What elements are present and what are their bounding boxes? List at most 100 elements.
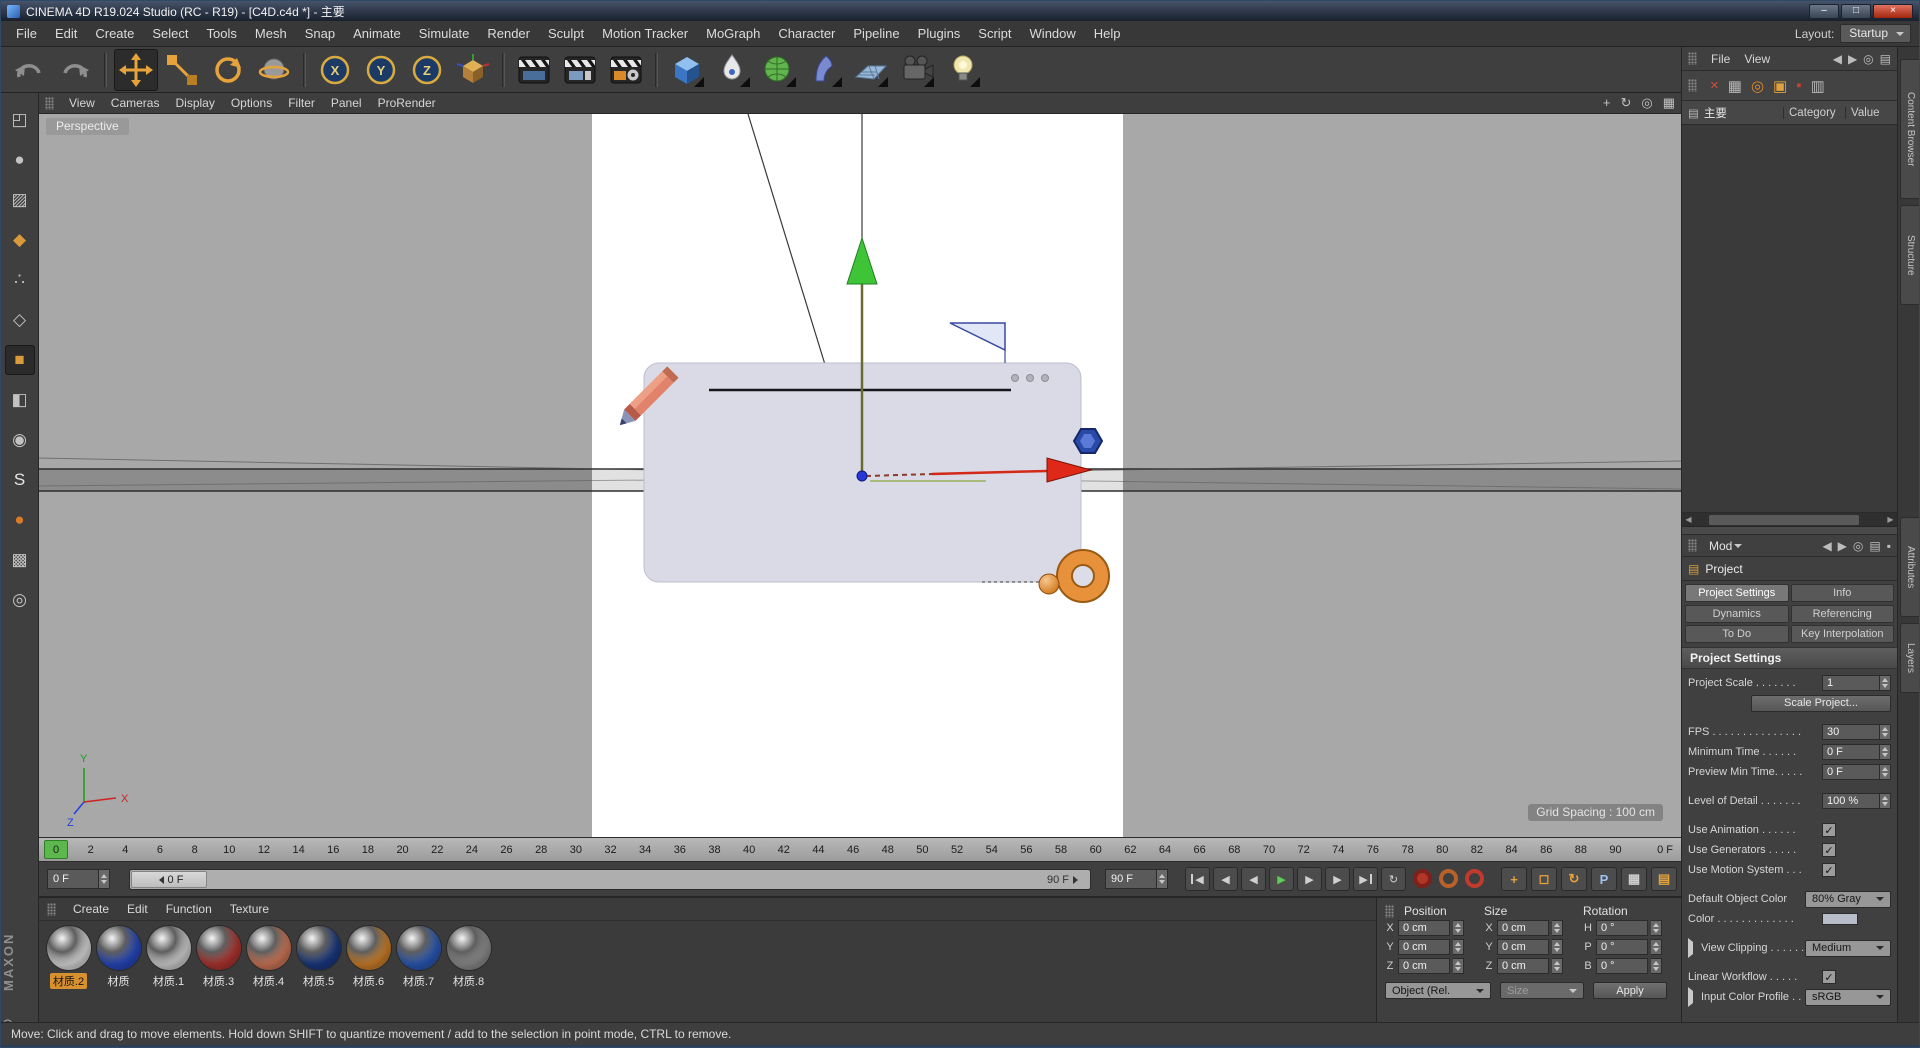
model-mode-icon[interactable]: ● <box>5 145 35 175</box>
undo-icon[interactable] <box>7 49 51 91</box>
tab-attributes[interactable]: Attributes <box>1900 517 1919 617</box>
material-item[interactable]: 材质.2 <box>45 926 92 989</box>
menu-item[interactable]: Tools <box>198 23 246 44</box>
position-field[interactable]: 0 cm <box>1398 920 1450 936</box>
edit-render-settings-icon[interactable] <box>604 49 648 91</box>
minimum-time-spinner[interactable] <box>1880 744 1891 760</box>
material-name[interactable]: 材质.2 <box>49 973 88 989</box>
level-of-detail-field[interactable]: 100 % <box>1822 793 1880 809</box>
edges-mode-icon[interactable]: ◇ <box>5 305 35 335</box>
timeline-ruler[interactable]: 0 2 4 6 8 10 12 14 16 18 20 22 24 26 28 30 32 34 36 38 40 42 4… <box>39 837 1681 862</box>
timeline-tick[interactable]: 72 <box>1295 844 1313 856</box>
timeline-tick[interactable]: 56 <box>1017 844 1035 856</box>
attribute-tab[interactable]: Key Interpolation <box>1790 625 1894 644</box>
camera-label[interactable]: Perspective <box>46 118 129 135</box>
scroll-right-icon[interactable]: ▶ <box>1884 514 1897 526</box>
timeline-tick[interactable]: 38 <box>705 844 723 856</box>
material-item[interactable]: 材质.8 <box>445 926 492 989</box>
zoom-view-icon[interactable]: ◎ <box>1641 95 1652 111</box>
search-icon[interactable]: ◎ <box>1863 52 1873 66</box>
x-axis-lock-icon[interactable]: X <box>313 49 357 91</box>
timeline-tick[interactable]: 28 <box>532 844 550 856</box>
timeline-tick[interactable]: 30 <box>567 844 585 856</box>
menu-item[interactable]: Script <box>969 23 1020 44</box>
viewport-menu-item[interactable]: Display <box>167 94 222 112</box>
viewport[interactable]: Y X Z Perspective Grid Spacing : 100 cm <box>39 114 1681 837</box>
size-spinner[interactable] <box>1552 958 1563 974</box>
lock-icon[interactable]: ▪ <box>1887 539 1891 553</box>
size-spinner[interactable] <box>1552 939 1563 955</box>
light-icon[interactable] <box>941 49 985 91</box>
viewport-menu-item[interactable]: Options <box>223 94 280 112</box>
project-scale-spinner[interactable] <box>1880 675 1891 691</box>
key-rotation-button[interactable]: ↻ <box>1561 867 1587 891</box>
timeline-tick[interactable]: 78 <box>1399 844 1417 856</box>
rotation-spinner[interactable] <box>1651 920 1662 936</box>
color-swatch[interactable] <box>1822 913 1858 925</box>
z-axis-lock-icon[interactable]: Z <box>405 49 449 91</box>
y-axis-lock-icon[interactable]: Y <box>359 49 403 91</box>
preview-min-time-spinner[interactable] <box>1880 764 1891 780</box>
material-item[interactable]: 材质.1 <box>145 926 192 989</box>
take-menu-item[interactable]: File <box>1704 50 1737 68</box>
material-name[interactable]: 材质.5 <box>300 973 337 989</box>
key-parameter-button[interactable]: P <box>1591 867 1617 891</box>
powerslider-range-button[interactable]: ▤ <box>1651 867 1677 891</box>
timeline-tick[interactable]: 46 <box>844 844 862 856</box>
material-name[interactable]: 材质.3 <box>200 973 237 989</box>
menu-item[interactable]: Edit <box>46 23 86 44</box>
timeline-tick[interactable]: 24 <box>463 844 481 856</box>
material-item[interactable]: 材质.6 <box>345 926 392 989</box>
view-clipping-select[interactable]: Medium <box>1805 939 1891 957</box>
menu-item[interactable]: Pipeline <box>844 23 908 44</box>
timeline-tick[interactable]: 44 <box>809 844 827 856</box>
jump-start-button[interactable]: ◀ <box>1185 867 1210 891</box>
position-field[interactable]: 0 cm <box>1398 939 1450 955</box>
tab-structure[interactable]: Structure <box>1900 205 1919 305</box>
timeline-tick[interactable]: 48 <box>879 844 897 856</box>
use-motion-system-checkbox[interactable]: ✓ <box>1822 863 1836 877</box>
modeling-settings-icon[interactable]: ◎ <box>5 585 35 615</box>
timeline-tick[interactable]: 62 <box>1121 844 1139 856</box>
keyframe-selection-button[interactable] <box>1465 869 1484 888</box>
viewport-scene[interactable]: Y X Z <box>39 114 1681 837</box>
end-frame-field[interactable]: 90 F <box>1105 869 1157 889</box>
points-mode-icon[interactable]: ∴ <box>5 265 35 295</box>
take-list-icon[interactable]: ▦ <box>1728 77 1742 95</box>
timeline-tick[interactable]: 50 <box>913 844 931 856</box>
camera-icon[interactable] <box>895 49 939 91</box>
subdivision-surface-icon[interactable] <box>757 49 801 91</box>
menu-item[interactable]: Simulate <box>410 23 479 44</box>
menu-item[interactable]: Snap <box>296 23 344 44</box>
material-menu-item[interactable]: Texture <box>221 899 278 919</box>
timeline-tick[interactable]: 34 <box>636 844 654 856</box>
level-of-detail-spinner[interactable] <box>1880 793 1891 809</box>
timeline-tick[interactable]: 54 <box>983 844 1001 856</box>
material-preview-sphere[interactable] <box>346 926 391 970</box>
size-field[interactable]: 0 cm <box>1497 958 1549 974</box>
timeline-tick[interactable]: 26 <box>498 844 516 856</box>
timeline-tick[interactable]: 52 <box>948 844 966 856</box>
expand-arrow-icon[interactable] <box>1688 942 1701 954</box>
new-take-icon[interactable]: × <box>1710 77 1719 95</box>
auto-take-icon[interactable]: ◎ <box>1751 77 1764 95</box>
material-preview-sphere[interactable] <box>246 926 291 970</box>
polygons-mode-icon[interactable]: ■ <box>4 345 35 375</box>
key-scale-button[interactable]: ◻ <box>1531 867 1557 891</box>
menu-item[interactable]: Create <box>86 23 143 44</box>
record-active-objects-button[interactable] <box>1413 869 1432 888</box>
preview-min-time-field[interactable]: 0 F <box>1822 764 1880 780</box>
viewport-menu-item[interactable]: ProRender <box>370 94 444 112</box>
maximize-button[interactable]: □ <box>1841 3 1871 19</box>
size-mode-select[interactable]: Size <box>1500 982 1584 999</box>
close-button[interactable]: × <box>1873 3 1913 19</box>
scale-project-button[interactable]: Scale Project... <box>1751 694 1891 712</box>
autokeying-button[interactable] <box>1439 869 1458 888</box>
coordinate-system-icon[interactable] <box>451 49 495 91</box>
attribute-tab[interactable]: To Do <box>1685 625 1789 644</box>
key-pla-button[interactable]: ▦ <box>1621 867 1647 891</box>
timeline-tick[interactable]: 14 <box>290 844 308 856</box>
jump-end-button[interactable]: ▶ <box>1353 867 1378 891</box>
quantize-icon[interactable]: ● <box>5 505 35 535</box>
timeline-tick[interactable]: 40 <box>740 844 758 856</box>
